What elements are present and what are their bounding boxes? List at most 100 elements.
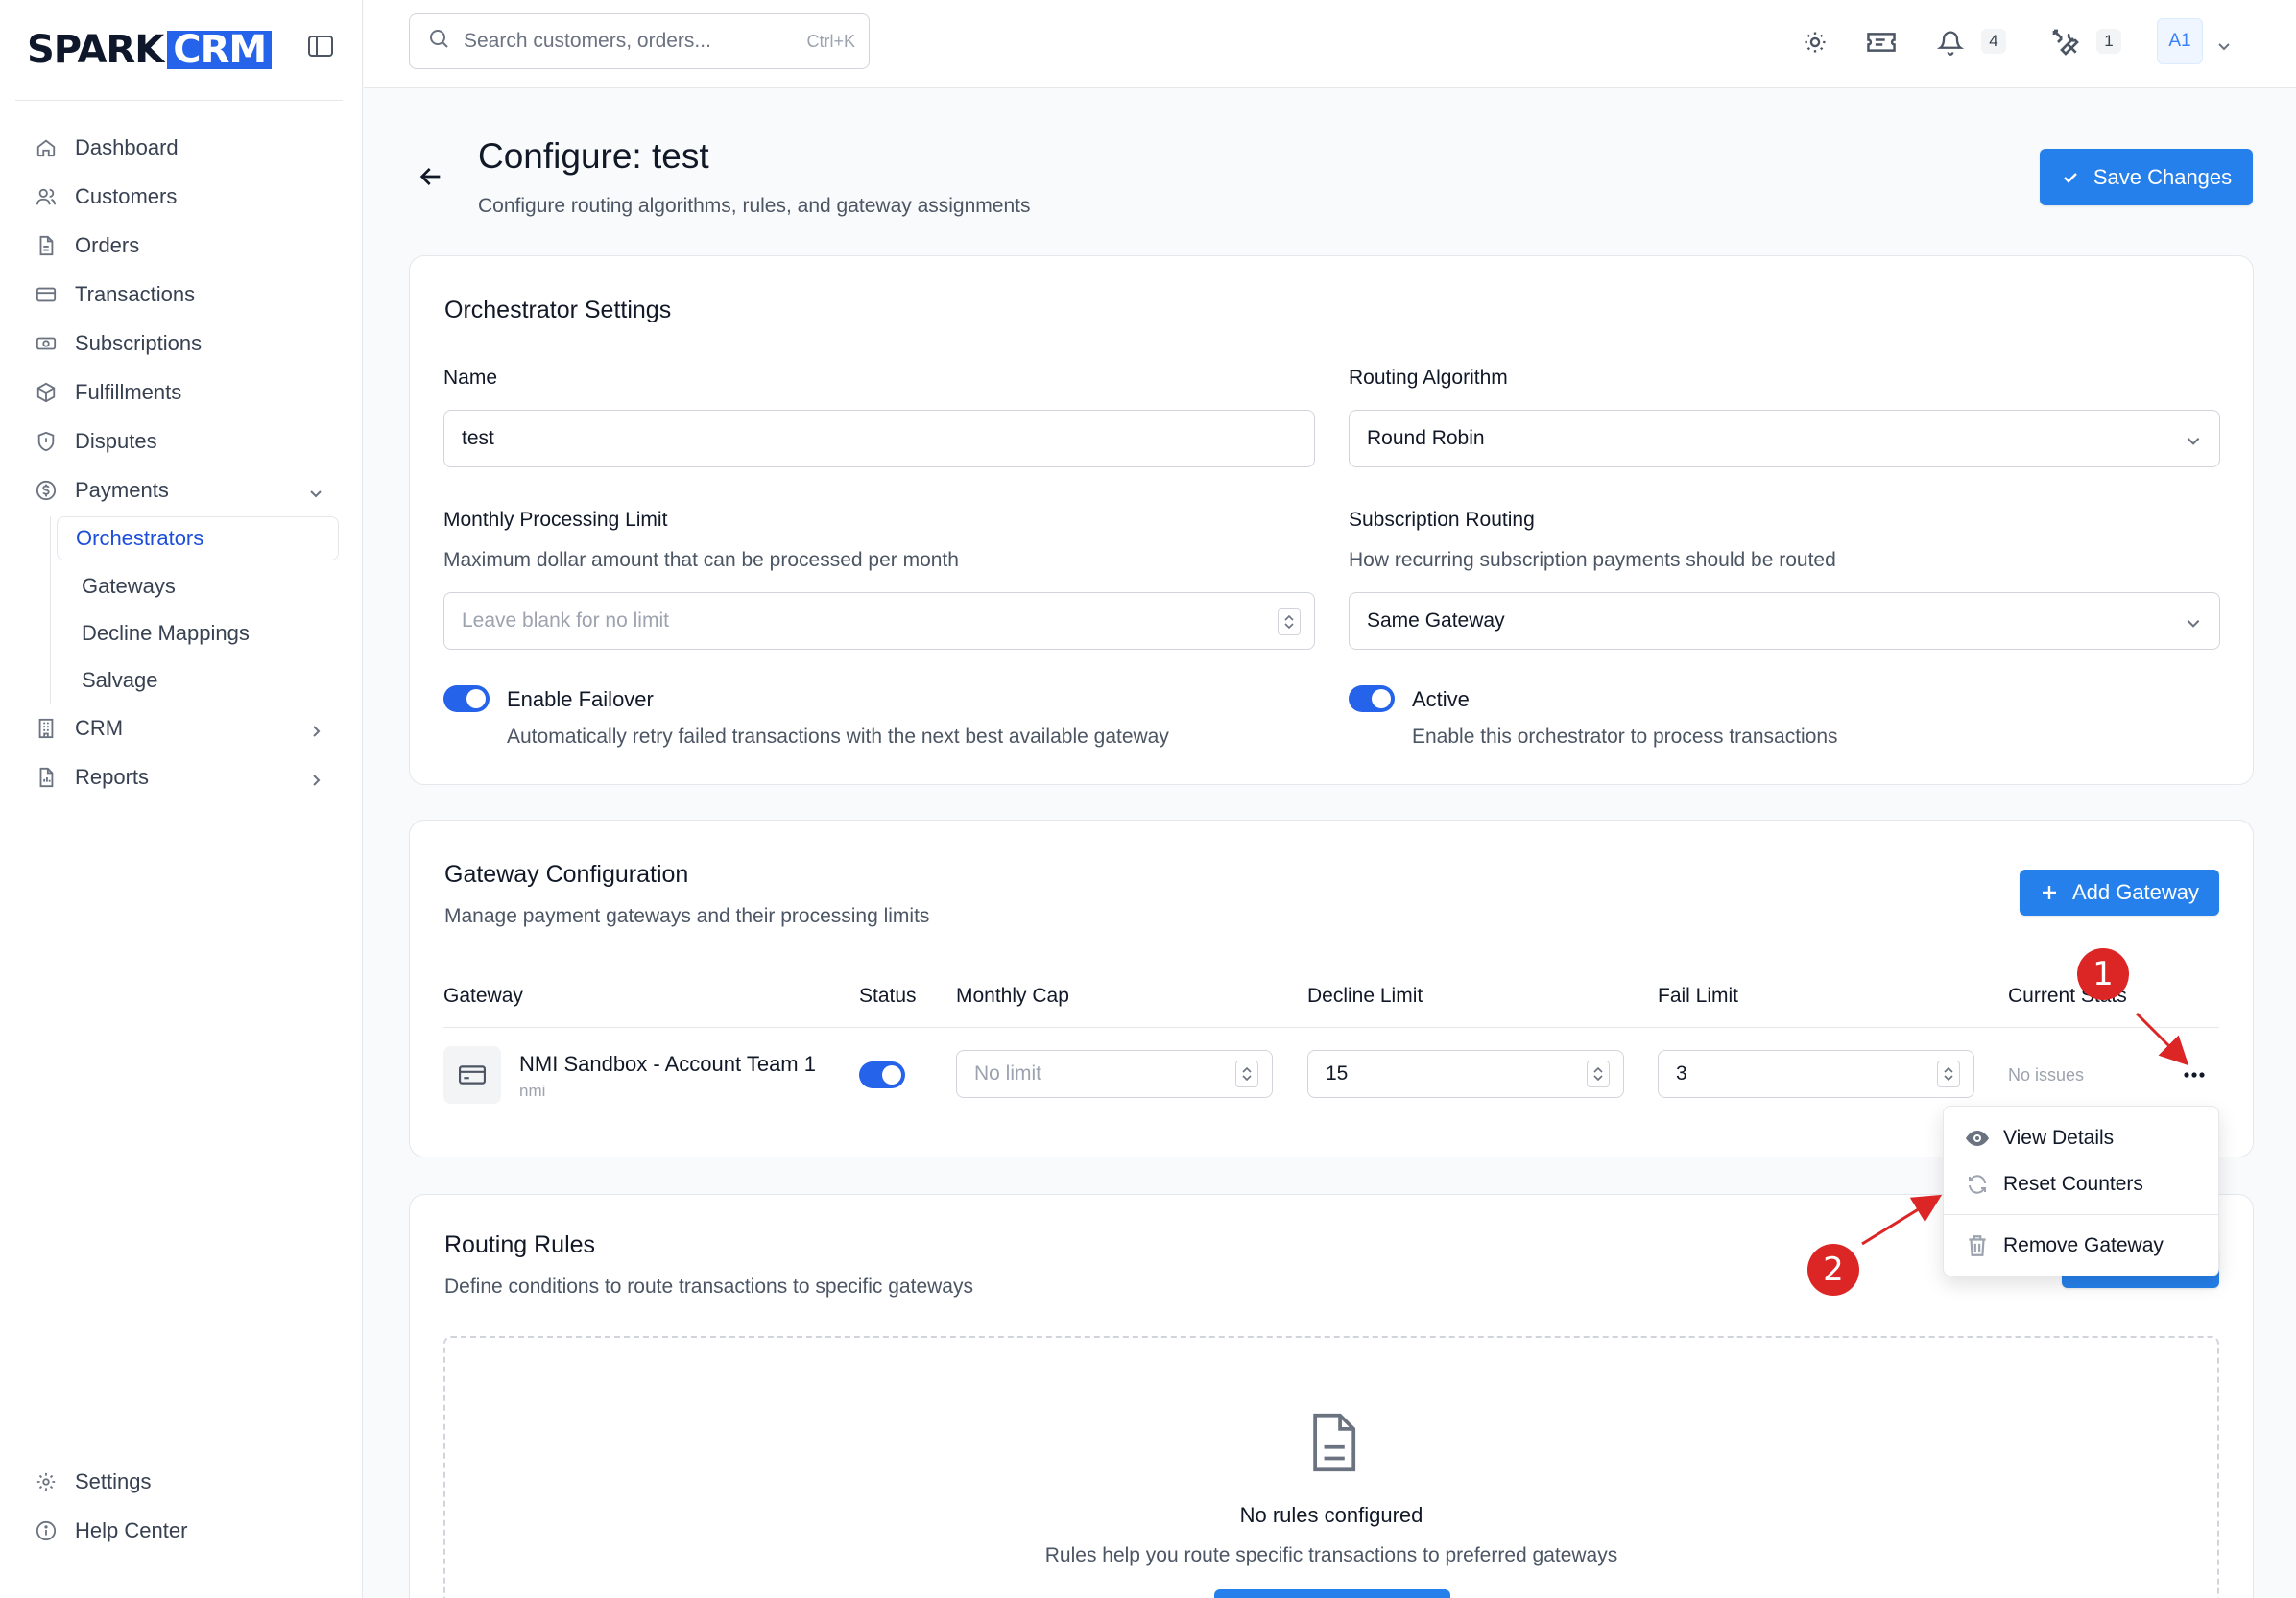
card-title: Gateway Configuration <box>444 861 689 888</box>
sidebar-item-dashboard[interactable]: Dashboard <box>0 123 362 172</box>
active-toggle[interactable] <box>1349 685 1395 712</box>
monthly-cap-placeholder: No limit <box>974 1062 1042 1085</box>
gear-icon <box>35 1470 58 1493</box>
gateway-card-icon <box>443 1046 501 1104</box>
chevron-down-icon[interactable] <box>2216 35 2232 51</box>
sidebar-bottom: Settings Help Center <box>0 1457 362 1555</box>
avatar[interactable]: A1 <box>2157 18 2203 64</box>
sidebar-item-label: Payments <box>75 477 169 502</box>
stepper-icon[interactable] <box>1278 608 1301 635</box>
app-logo[interactable]: SPARK CRM <box>27 28 273 72</box>
shield-icon <box>35 430 58 453</box>
failover-toggle[interactable] <box>443 685 490 712</box>
tools-icon[interactable] <box>2048 25 2083 60</box>
check-icon <box>2063 172 2077 183</box>
name-field[interactable]: test <box>443 410 1315 467</box>
current-stats-value: No issues <box>2008 1065 2085 1085</box>
sidebar-item-disputes[interactable]: Disputes <box>0 417 362 465</box>
tools-badge: 1 <box>2096 29 2121 54</box>
chevron-right-icon <box>308 769 323 786</box>
sun-icon[interactable] <box>1798 25 1832 60</box>
sidebar-item-help[interactable]: Help Center <box>0 1506 362 1555</box>
empty-state-title: No rules configured <box>1239 1503 1423 1527</box>
home-icon <box>35 136 58 159</box>
logo-spark: SPARK <box>27 28 164 72</box>
more-actions-icon[interactable] <box>2181 1065 2208 1085</box>
sidebar-toggle-icon[interactable] <box>307 35 336 60</box>
search-input[interactable]: Search customers, orders... Ctrl+K <box>409 13 870 69</box>
menu-item-view-details[interactable]: View Details <box>1944 1116 2218 1160</box>
column-header-status: Status <box>859 985 917 1007</box>
trash-icon <box>1969 1235 1986 1256</box>
sidebar-item-salvage[interactable]: Salvage <box>57 656 362 704</box>
sidebar-item-transactions[interactable]: Transactions <box>0 270 362 319</box>
file-icon <box>35 234 58 257</box>
info-icon <box>35 1519 58 1542</box>
credit-card-icon <box>35 283 58 306</box>
sidebar-item-label: Reports <box>75 764 150 789</box>
failover-label: Enable Failover <box>507 687 654 711</box>
sidebar-item-crm[interactable]: CRM <box>0 704 362 752</box>
add-gateway-label: Add Gateway <box>2071 880 2200 904</box>
column-header-fail-limit: Fail Limit <box>1658 985 1739 1007</box>
sidebar-item-label: Dashboard <box>75 134 179 159</box>
search-icon <box>427 27 450 56</box>
menu-item-remove-gateway[interactable]: Remove Gateway <box>1944 1224 2218 1268</box>
chevron-down-icon <box>308 482 323 498</box>
topbar: Search customers, orders... Ctrl+K 4 1 A… <box>364 0 2296 88</box>
routing-algorithm-select[interactable]: Round Robin <box>1349 410 2220 467</box>
sidebar-item-orders[interactable]: Orders <box>0 221 362 270</box>
menu-item-label: Reset Counters <box>2003 1173 2143 1195</box>
sidebar-item-label: Subscriptions <box>75 330 203 355</box>
refresh-icon <box>1969 1175 1986 1194</box>
building-icon <box>35 717 58 740</box>
sidebar-item-decline-mappings[interactable]: Decline Mappings <box>57 609 362 656</box>
decline-limit-field[interactable]: 15 <box>1307 1050 1624 1098</box>
chevron-down-icon <box>2185 614 2202 632</box>
fail-limit-field[interactable]: 3 <box>1658 1050 1974 1098</box>
table-divider <box>443 1027 2219 1028</box>
sidebar: SPARK CRM Dashboard Customers Orders Tra… <box>0 0 363 1598</box>
chevron-right-icon <box>308 720 323 737</box>
sidebar-item-label: Orders <box>75 232 140 257</box>
menu-divider <box>1944 1214 2218 1215</box>
back-arrow-icon[interactable] <box>416 161 448 194</box>
stepper-icon[interactable] <box>1235 1061 1258 1087</box>
payments-subnav: Orchestrators Gateways Decline Mappings … <box>50 516 362 704</box>
eye-icon <box>1966 1131 1989 1146</box>
banknote-icon <box>35 332 58 355</box>
sidebar-item-customers[interactable]: Customers <box>0 172 362 221</box>
bell-icon[interactable] <box>1933 25 1968 60</box>
menu-item-reset-counters[interactable]: Reset Counters <box>1944 1162 2218 1206</box>
add-gateway-button[interactable]: Add Gateway <box>2020 870 2219 916</box>
subscription-routing-select[interactable]: Same Gateway <box>1349 592 2220 650</box>
gateway-status-toggle[interactable] <box>859 1061 905 1088</box>
sidebar-item-orchestrators[interactable]: Orchestrators <box>57 516 339 560</box>
monthly-cap-field[interactable]: No limit <box>956 1050 1273 1098</box>
save-changes-button[interactable]: Save Changes <box>2040 149 2253 205</box>
sidebar-item-reports[interactable]: Reports <box>0 752 362 801</box>
sidebar-item-fulfillments[interactable]: Fulfillments <box>0 368 362 417</box>
routing-algorithm-label: Routing Algorithm <box>1349 367 1508 389</box>
monthly-limit-field[interactable]: Leave blank for no limit <box>443 592 1315 650</box>
menu-item-label: View Details <box>2003 1127 2115 1149</box>
column-header-monthly-cap: Monthly Cap <box>956 985 1069 1007</box>
sidebar-item-label: Help Center <box>75 1517 188 1542</box>
monthly-limit-placeholder: Leave blank for no limit <box>462 609 669 632</box>
add-first-rule-button[interactable] <box>1214 1589 1450 1598</box>
stepper-icon[interactable] <box>1587 1061 1610 1087</box>
page-title: Configure: test <box>478 136 709 176</box>
active-help: Enable this orchestrator to process tran… <box>1412 726 1838 748</box>
sidebar-item-gateways[interactable]: Gateways <box>57 562 362 609</box>
sidebar-item-payments[interactable]: Payments <box>0 465 362 514</box>
search-placeholder: Search customers, orders... <box>464 30 711 52</box>
ticket-icon[interactable] <box>1864 25 1899 60</box>
annotation-marker-1: 1 <box>2077 948 2129 1000</box>
sidebar-item-subscriptions[interactable]: Subscriptions <box>0 319 362 368</box>
name-label: Name <box>443 367 498 389</box>
gateway-actions-menu: View Details Reset Counters Remove Gatew… <box>1943 1106 2219 1276</box>
sidebar-item-settings[interactable]: Settings <box>0 1457 362 1506</box>
stepper-icon[interactable] <box>1937 1061 1960 1087</box>
empty-state-description: Rules help you route specific transactio… <box>1044 1544 1618 1566</box>
sidebar-divider <box>15 100 343 101</box>
